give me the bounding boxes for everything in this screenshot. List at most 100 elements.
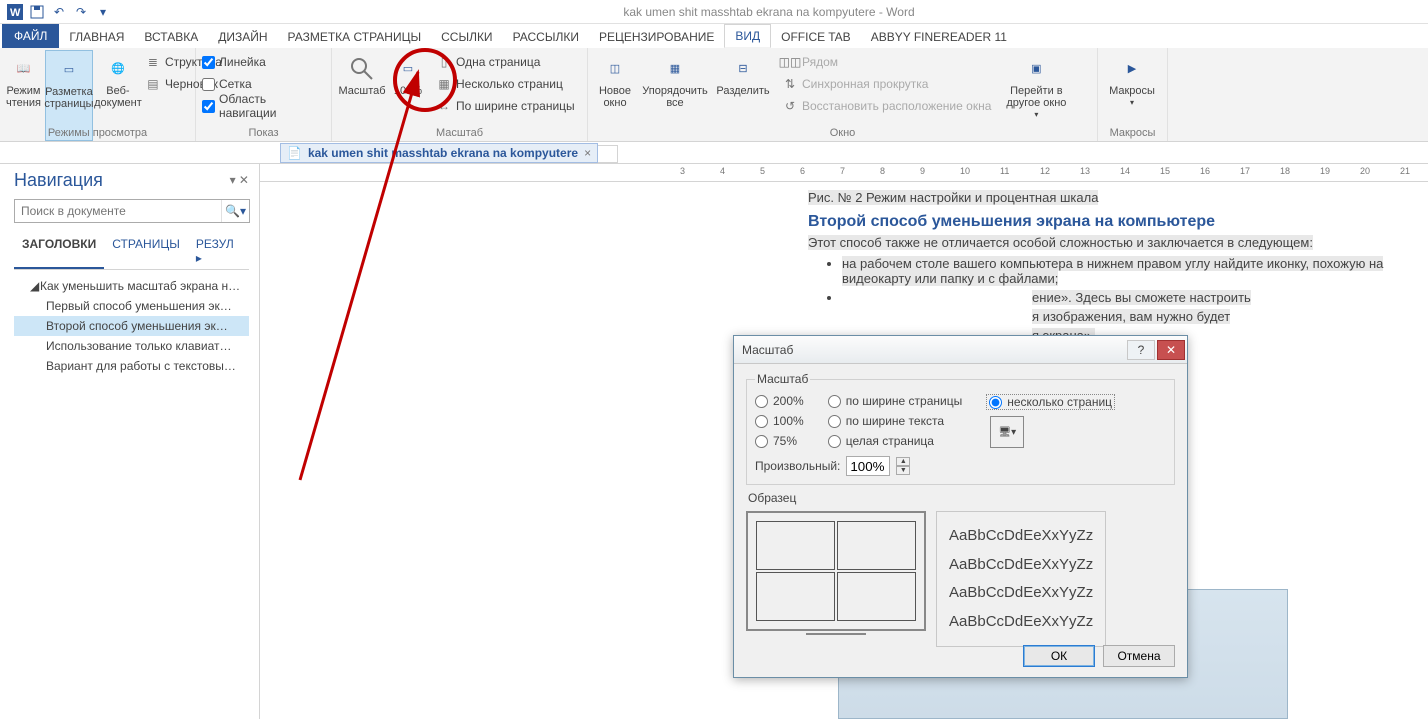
read-mode-label: Режим чтения (6, 85, 41, 109)
tab-office[interactable]: OFFICE TAB (771, 26, 861, 48)
split-icon: ⊟ (727, 53, 759, 85)
tab-results[interactable]: РЕЗУЛ ▸ (188, 233, 249, 269)
radio-text-width[interactable]: по ширине текста (828, 414, 963, 428)
new-window-icon: ◫ (599, 53, 631, 85)
radio-many-pages[interactable]: несколько страниц (986, 394, 1115, 410)
qat-customize-icon[interactable]: ▾ (92, 2, 114, 22)
figure-caption: Рис. № 2 Режим настройки и процентная шк… (808, 190, 1098, 205)
svg-text:W: W (10, 7, 21, 19)
tab-pages[interactable]: СТРАНИЦЫ (104, 233, 188, 269)
tab-mailings[interactable]: РАССЫЛКИ (503, 26, 589, 48)
navigation-pane: Навигация ▾ ✕ 🔍▾ ЗАГОЛОВКИ СТРАНИЦЫ РЕЗУ… (0, 164, 260, 719)
section-heading: Второй способ уменьшения экрана на компь… (808, 213, 1420, 231)
horizontal-ruler[interactable]: 3456789101112131415161718192021 (260, 164, 1428, 182)
custom-zoom-input[interactable] (846, 456, 890, 476)
web-layout-icon: 🌐 (102, 53, 134, 85)
redo-icon[interactable]: ↷ (70, 2, 92, 22)
tab-file[interactable]: ФАЙЛ (2, 24, 59, 48)
custom-zoom-spinner[interactable]: ▲▼ (896, 457, 910, 475)
word-icon: W (4, 2, 26, 22)
tab-review[interactable]: РЕЦЕНЗИРОВАНИЕ (589, 26, 724, 48)
navpane-checkbox[interactable]: Область навигации (202, 96, 325, 116)
group-window-label: Окно (588, 127, 1097, 139)
ribbon-tabs: ФАЙЛ ГЛАВНАЯ ВСТАВКА ДИЗАЙН РАЗМЕТКА СТР… (0, 24, 1428, 48)
sync-scroll-button[interactable]: ⇅Синхронная прокрутка (780, 74, 993, 94)
zoom-100-label: 100% (394, 85, 422, 97)
list-item: hidden text text text text text text я и… (842, 309, 1420, 324)
tab-design[interactable]: ДИЗАЙН (208, 26, 277, 48)
web-layout-label: Веб-документ (94, 85, 142, 109)
radio-200[interactable]: 200% (755, 394, 804, 408)
magnifier-icon (346, 53, 378, 85)
list-item: на рабочем столе вашего компьютера в ниж… (842, 256, 1420, 286)
list-item: hidden text text text text text text ени… (842, 290, 1420, 305)
side-by-side-icon: ◫◫ (782, 54, 798, 70)
tab-home[interactable]: ГЛАВНАЯ (59, 26, 134, 48)
navigation-tabs: ЗАГОЛОВКИ СТРАНИЦЫ РЕЗУЛ ▸ (14, 233, 249, 270)
radio-75[interactable]: 75% (755, 434, 804, 448)
side-by-side-button[interactable]: ◫◫Рядом (780, 52, 993, 72)
outline-list: ◢Как уменьшить масштаб экрана н… Первый … (14, 276, 249, 376)
many-pages-picker-icon[interactable]: 🖥▾ (990, 416, 1024, 448)
cancel-button[interactable]: Отмена (1103, 645, 1175, 667)
zoom-100-icon: ▭ (392, 53, 424, 85)
read-mode-icon: 📖 (7, 53, 39, 85)
quick-access-toolbar: W ↶ ↷ ▾ (4, 2, 114, 22)
draft-icon: ▤ (145, 76, 161, 92)
gridlines-checkbox[interactable]: Сетка (202, 74, 325, 94)
close-icon[interactable]: × (584, 146, 591, 160)
outline-item[interactable]: ◢Как уменьшить масштаб экрана н… (14, 276, 249, 296)
tab-headings[interactable]: ЗАГОЛОВКИ (14, 233, 104, 269)
radio-page-width[interactable]: по ширине страницы (828, 394, 963, 408)
preview-area: AaBbCcDdEeXxYyZz AaBbCcDdEeXxYyZz AaBbCc… (746, 511, 1175, 647)
new-tab-button[interactable] (598, 145, 618, 163)
ruler-checkbox[interactable]: Линейка (202, 52, 325, 72)
tab-abbyy[interactable]: ABBYY FineReader 11 (861, 26, 1017, 48)
radio-whole-page[interactable]: целая страница (828, 434, 963, 448)
arrange-all-icon: ▦ (659, 53, 691, 85)
reset-window-icon: ↺ (782, 98, 798, 114)
navigation-title: Навигация (14, 170, 249, 191)
preview-label: Образец (748, 491, 1175, 505)
ribbon: 📖 Режим чтения ▭ Разметка страницы 🌐 Веб… (0, 48, 1428, 142)
one-page-button[interactable]: ▯Одна страница (434, 52, 577, 72)
zoom-fieldset: Масштаб 200% 100% 75% по ширине страницы… (746, 372, 1175, 485)
group-show: Линейка Сетка Область навигации Показ (196, 48, 332, 141)
macros-icon: ▶ (1116, 53, 1148, 85)
document-tab-bar: 📄 kak umen shit masshtab ekrana na kompy… (0, 142, 1428, 164)
navigation-close-icon[interactable]: ▾ ✕ (230, 173, 249, 187)
page-width-button[interactable]: ↔По ширине страницы (434, 96, 577, 116)
paragraph: Этот способ также не отличается особой с… (808, 235, 1313, 250)
zoom-label: Масштаб (338, 85, 385, 97)
ok-button[interactable]: ОК (1023, 645, 1095, 667)
outline-item[interactable]: Использование только клавиат… (14, 336, 249, 356)
page-width-icon: ↔ (436, 98, 452, 114)
reset-window-button[interactable]: ↺Восстановить расположение окна (780, 96, 993, 116)
group-show-label: Показ (196, 127, 331, 139)
save-icon[interactable] (26, 2, 48, 22)
dialog-titlebar[interactable]: Масштаб ? ✕ (734, 336, 1187, 364)
tab-view[interactable]: ВИД (724, 24, 771, 48)
dialog-body: Масштаб 200% 100% 75% по ширине страницы… (734, 364, 1187, 655)
outline-item[interactable]: Второй способ уменьшения эк… (14, 316, 249, 336)
switch-window-icon: ▣ (1020, 53, 1052, 85)
multi-pages-button[interactable]: ▦Несколько страниц (434, 74, 577, 94)
dialog-close-icon[interactable]: ✕ (1157, 340, 1185, 360)
outline-item[interactable]: Вариант для работы с текстовы… (14, 356, 249, 376)
tab-references[interactable]: ССЫЛКИ (431, 26, 502, 48)
preview-monitor (746, 511, 926, 631)
dialog-help-icon[interactable]: ? (1127, 340, 1155, 360)
group-views: 📖 Режим чтения ▭ Разметка страницы 🌐 Веб… (0, 48, 196, 141)
undo-icon[interactable]: ↶ (48, 2, 70, 22)
search-input[interactable] (15, 200, 221, 222)
tab-layout[interactable]: РАЗМЕТКА СТРАНИЦЫ (278, 26, 432, 48)
group-zoom: Масштаб ▭ 100% ▯Одна страница ▦Несколько… (332, 48, 588, 141)
outline-icon: ≣ (145, 54, 161, 70)
outline-item[interactable]: Первый способ уменьшения эк… (14, 296, 249, 316)
tab-insert[interactable]: ВСТАВКА (134, 26, 208, 48)
document-tab[interactable]: 📄 kak umen shit masshtab ekrana na kompy… (280, 143, 598, 163)
group-window: ◫Новое окно ▦Упорядочить все ⊟Разделить … (588, 48, 1098, 141)
radio-100[interactable]: 100% (755, 414, 804, 428)
zoom-dialog: Масштаб ? ✕ Масштаб 200% 100% 75% по шир… (733, 335, 1188, 678)
search-icon[interactable]: 🔍▾ (221, 200, 249, 222)
